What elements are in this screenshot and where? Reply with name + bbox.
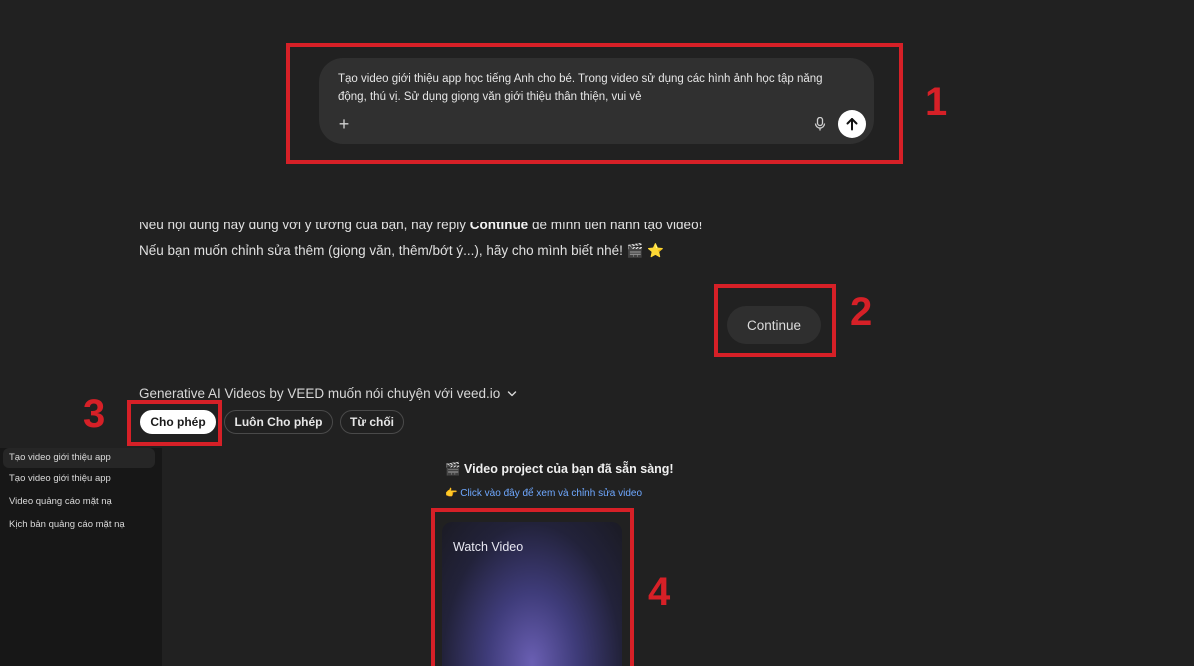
marker-1: 1	[925, 80, 948, 124]
prompt-input[interactable]: Tạo video giới thiệu app học tiếng Anh c…	[338, 70, 838, 106]
sidebar: Tạo video giới thiệu app Tạo video giới …	[0, 448, 162, 666]
message-line-2: Nếu bạn muốn chỉnh sửa thêm (giọng văn, …	[139, 243, 665, 258]
sidebar-item-0[interactable]: Tạo video giới thiệu app	[3, 448, 155, 468]
watch-video-label: Watch Video	[453, 540, 524, 554]
sidebar-item-1[interactable]: Tạo video giới thiệu app	[3, 469, 155, 489]
plus-icon: +	[338, 114, 350, 134]
open-video-link[interactable]: 👉 Click vào đây để xem và chỉnh sửa vide…	[445, 488, 642, 499]
deny-button[interactable]: Từ chối	[340, 410, 404, 434]
project-ready-text: 🎬 Video project của bạn đã sẵn sàng!	[445, 462, 674, 476]
prompt-composer[interactable]: Tạo video giới thiệu app học tiếng Anh c…	[319, 58, 874, 144]
marker-3: 3	[83, 392, 106, 436]
continue-button[interactable]: Continue	[727, 306, 821, 344]
chevron-down-icon	[507, 391, 517, 397]
message-line-1: Nếu nội dung này đúng với ý tưởng của bạ…	[139, 222, 703, 232]
send-button[interactable]	[838, 110, 866, 138]
sidebar-item-3[interactable]: Kịch bản quảng cáo mặt nạ	[3, 515, 155, 535]
watch-video-card[interactable]: Watch Video	[442, 522, 622, 666]
result-section: Tạo video giới thiệu app Tạo video giới …	[0, 448, 1194, 666]
sidebar-item-2[interactable]: Video quảng cáo mặt nạ	[3, 492, 155, 512]
chat-section: Nếu nội dung này đúng với ý tưởng của bạ…	[0, 222, 1194, 448]
allow-button[interactable]: Cho phép	[140, 410, 216, 434]
marker-2: 2	[850, 290, 873, 334]
permission-title[interactable]: Generative AI Videos by VEED muốn nói ch…	[139, 386, 517, 401]
arrow-up-icon	[846, 118, 858, 131]
add-attachment-button[interactable]: +	[331, 111, 357, 137]
always-allow-button[interactable]: Luôn Cho phép	[224, 410, 333, 434]
composer-section: Tạo video giới thiệu app học tiếng Anh c…	[0, 0, 1194, 222]
marker-4: 4	[648, 570, 671, 614]
microphone-button[interactable]	[807, 111, 833, 137]
microphone-icon	[814, 117, 826, 131]
